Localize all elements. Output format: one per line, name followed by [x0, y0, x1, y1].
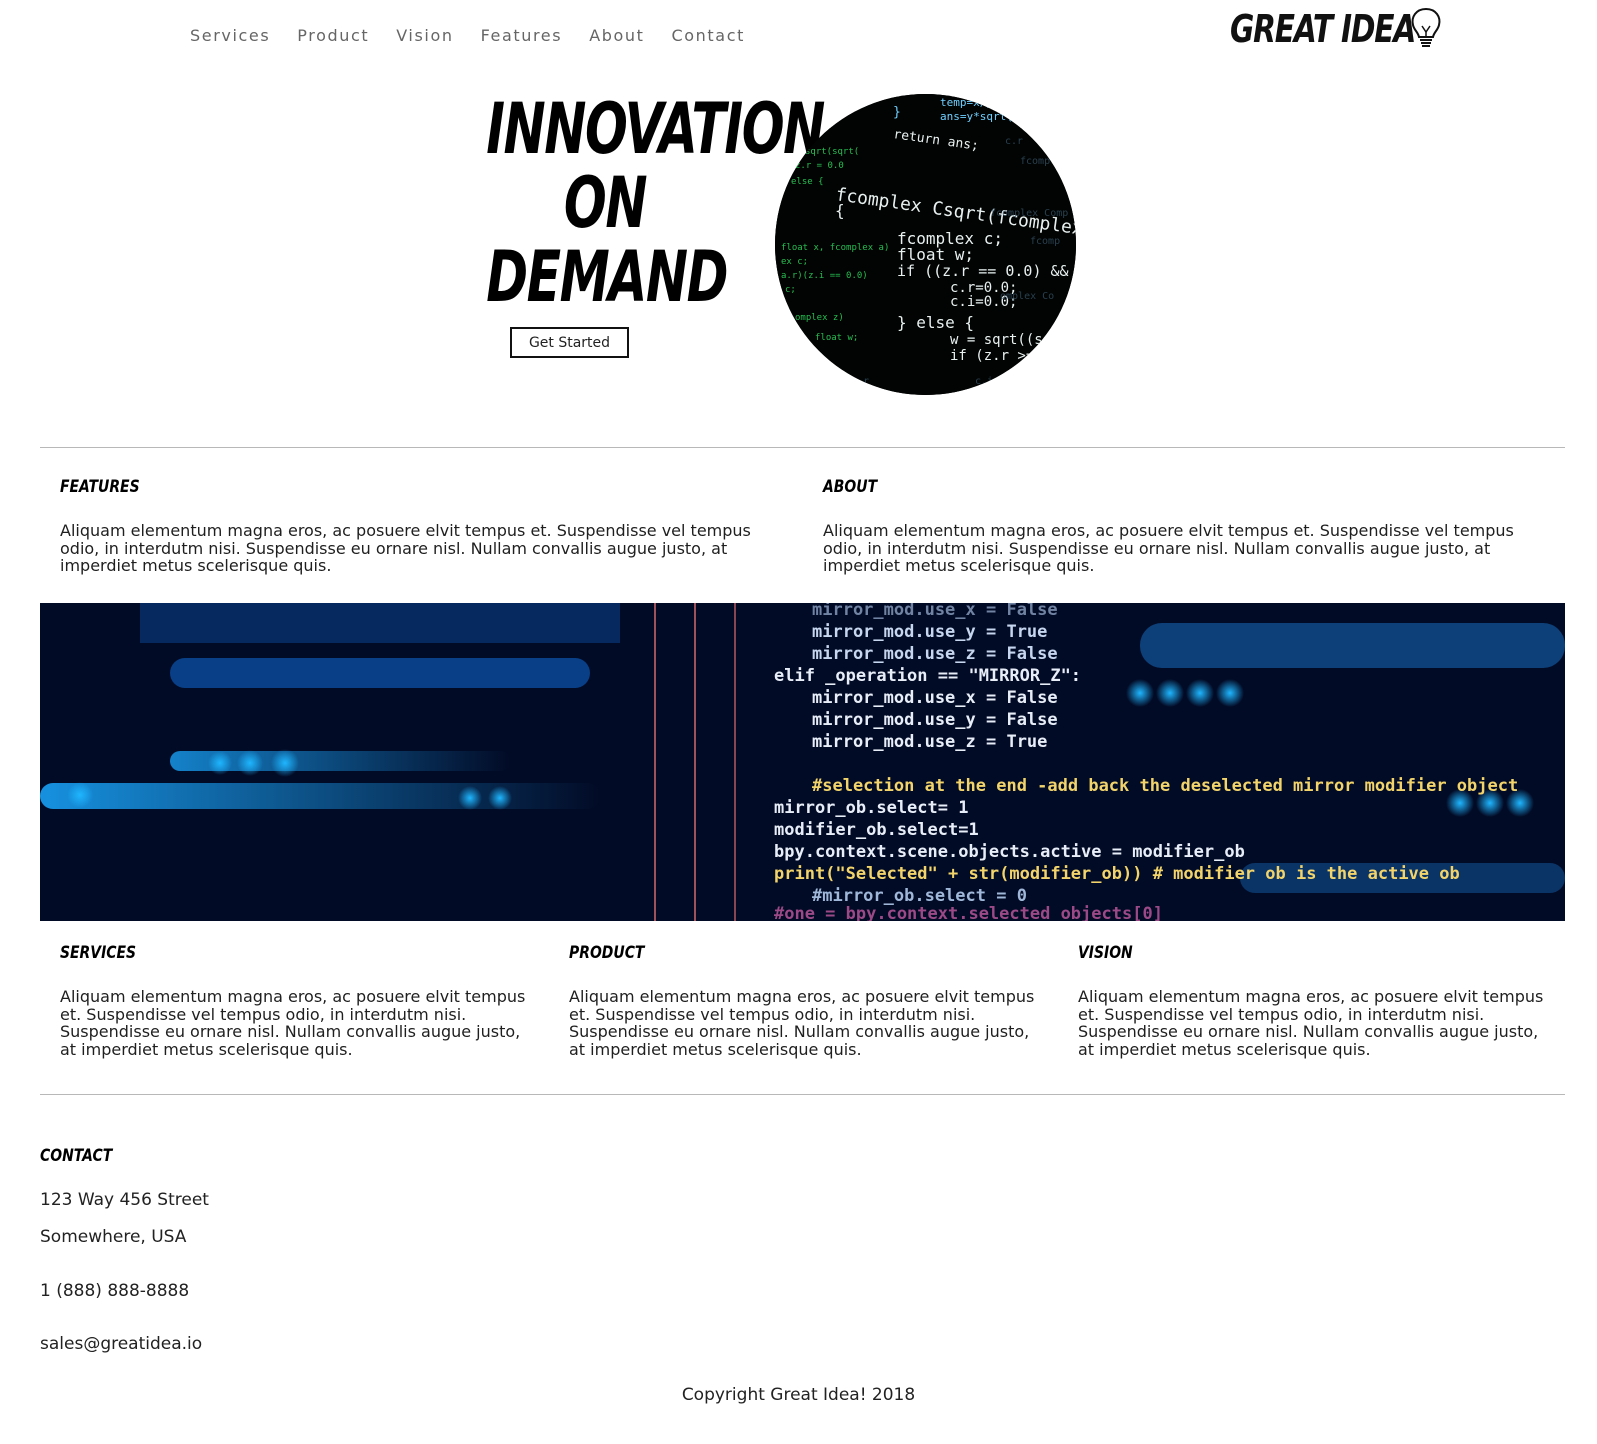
product-text: Aliquam elementum magna eros, ac posuere…	[569, 987, 1035, 1059]
svg-text:ans=y*sqrt(1.0+temp*te: ans=y*sqrt(1.0+temp*te	[940, 110, 1076, 123]
about-text: Aliquam elementum magna eros, ac posuere…	[823, 521, 1514, 575]
svg-text:modifier_ob.select=1: modifier_ob.select=1	[774, 820, 979, 840]
svg-text:mirror_mod.use_x = False: mirror_mod.use_x = False	[812, 688, 1058, 708]
copyright-text: Copyright Great Idea! 2018	[681, 1385, 916, 1405]
main-nav: Services Product Vision Features About C…	[190, 26, 772, 45]
svg-text:z.r = 0.0: z.r = 0.0	[795, 161, 844, 171]
contact-heading: Contact	[40, 1146, 113, 1166]
nav-link-contact[interactable]: Contact	[672, 26, 745, 45]
svg-text:mirror_mod.use_y = False: mirror_mod.use_y = False	[812, 710, 1058, 730]
svg-text:fcomplex Comp: fcomplex Comp	[990, 208, 1068, 219]
about-heading: About	[823, 477, 878, 497]
svg-text:temp=x/y;: temp=x/y;	[940, 96, 1000, 109]
features-heading: Features	[60, 477, 140, 497]
svg-text:{: {	[835, 201, 845, 220]
svg-text:mirror_mod.use_z = False: mirror_mod.use_z = False	[812, 644, 1058, 664]
svg-text:omplex z): omplex z)	[795, 313, 844, 323]
code-screen-graphic: } temp=x/y; ans=y*sqrt(1.0+temp*te retur…	[775, 94, 1076, 395]
vision-heading: Vision	[1078, 943, 1133, 963]
hero-title: INNOVATION ON DEMAND	[440, 88, 825, 318]
nav-link-about[interactable]: About	[589, 26, 644, 45]
site-logo[interactable]: GREAT IDEA	[1230, 6, 1467, 52]
nav-link-vision[interactable]: Vision	[396, 26, 453, 45]
code-banner-image: mirror_mod.use_x = False mirror_mod.use_…	[40, 603, 1565, 921]
nav-link-product[interactable]: Product	[297, 26, 369, 45]
svg-text:float x, fcomplex a): float x, fcomplex a)	[781, 243, 889, 253]
divider-top	[40, 447, 1565, 448]
svg-text:c;: c;	[785, 285, 796, 295]
svg-text:mirror_ob.select= 1: mirror_ob.select= 1	[774, 798, 968, 818]
code-banner-graphic: mirror_mod.use_x = False mirror_mod.use_…	[40, 603, 1565, 921]
svg-text:fcomp: fcomp	[1030, 236, 1060, 247]
svg-text:mirror_mod.use_x = False: mirror_mod.use_x = False	[812, 603, 1058, 620]
features-text: Aliquam elementum magna eros, ac posuere…	[60, 521, 751, 575]
address-line-2: Somewhere, USA	[40, 1227, 187, 1247]
svg-text:#one = bpy.context.selected_ob: #one = bpy.context.selected_objects[0]	[774, 904, 1163, 921]
svg-text:print("Selected" + str(modifie: print("Selected" + str(modifier_ob)) # m…	[774, 864, 1460, 884]
code-circle-image: } temp=x/y; ans=y*sqrt(1.0+temp*te retur…	[775, 94, 1076, 395]
nav-link-features[interactable]: Features	[481, 26, 563, 45]
divider-bottom	[40, 1094, 1565, 1095]
svg-text:} else {: } else {	[897, 313, 974, 332]
svg-text:elif _operation == "MIRROR_Z":: elif _operation == "MIRROR_Z":	[774, 666, 1081, 686]
email-link[interactable]: sales@greatidea.io	[40, 1334, 202, 1354]
svg-text:}: }	[893, 105, 901, 120]
services-text: Aliquam elementum magna eros, ac posuere…	[60, 987, 526, 1059]
hero-title-line-3: DEMAND	[486, 236, 728, 318]
svg-text:if (z.r >= 0.0): if (z.r >= 0.0)	[950, 348, 1076, 364]
svg-text:mirror_mod.use_z = True: mirror_mod.use_z = True	[812, 732, 1047, 752]
vision-text: Aliquam elementum magna eros, ac posuere…	[1078, 987, 1544, 1059]
svg-text:c.r: c.r	[1005, 136, 1023, 147]
svg-text:w = sqrt((sqrt(z.r: w = sqrt((sqrt(z.r	[950, 332, 1076, 348]
svg-text:#selection at the end -add bac: #selection at the end -add back the dese…	[812, 776, 1518, 796]
hero-title-line-1: INNOVATION	[486, 88, 825, 170]
services-heading: Services	[60, 943, 137, 963]
product-heading: Product	[569, 943, 645, 963]
svg-text:else {: else {	[791, 177, 824, 187]
svg-text:fcompl: fcompl	[1020, 156, 1056, 167]
svg-text:bpy.context.scene.objects.acti: bpy.context.scene.objects.active = modif…	[774, 842, 1245, 862]
svg-text:sqrt(sqrt(: sqrt(sqrt(	[805, 147, 859, 157]
nav-link-services[interactable]: Services	[190, 26, 270, 45]
svg-text:a.r)(z.i == 0.0): a.r)(z.i == 0.0)	[781, 271, 868, 281]
svg-text:float w;: float w;	[815, 333, 858, 343]
svg-text:mirror_mod.use_y = True: mirror_mod.use_y = True	[812, 622, 1047, 642]
svg-text:c.i = 0.0: c.i = 0.0	[975, 376, 1029, 387]
get-started-button[interactable]: Get Started	[510, 327, 629, 358]
svg-text:omplex Co: omplex Co	[1000, 291, 1054, 302]
lightbulb-icon	[1411, 7, 1441, 47]
svg-text:a.r - 0.r: a.r - 0.r	[815, 376, 869, 387]
logo-text: GREAT IDEA	[1230, 7, 1416, 51]
hero-title-line-2: ON	[563, 162, 648, 244]
address-line-1: 123 Way 456 Street	[40, 1190, 209, 1210]
phone-number[interactable]: 1 (888) 888-8888	[40, 1281, 189, 1301]
svg-text:if ((z.r == 0.0) && (z.i == 0.: if ((z.r == 0.0) && (z.i == 0.0)) {	[897, 262, 1076, 280]
svg-text:ex c;: ex c;	[781, 257, 808, 267]
svg-text:#mirror_ob.select = 0: #mirror_ob.select = 0	[812, 886, 1027, 906]
